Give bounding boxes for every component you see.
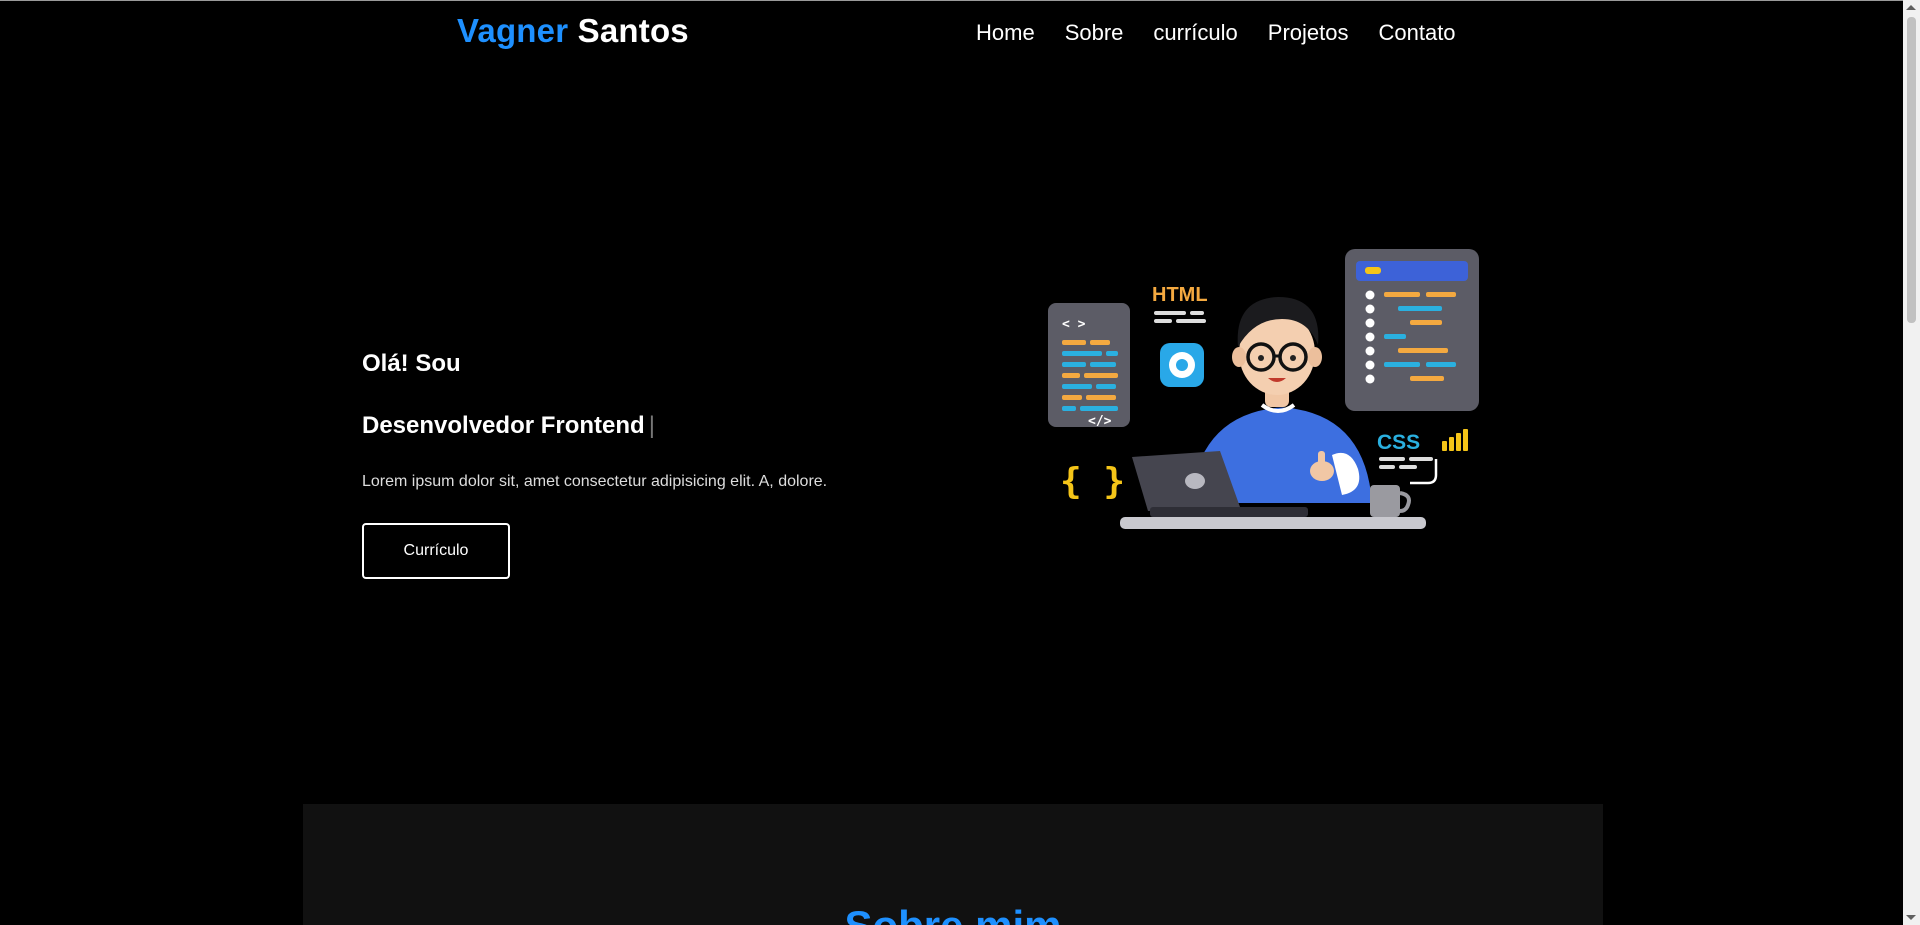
typing-cursor: | (648, 412, 655, 439)
coffee-mug-icon (1370, 485, 1411, 517)
hero-greeting: Olá! Sou (362, 350, 461, 377)
curriculo-button[interactable]: Currículo (362, 523, 510, 579)
scrollbar[interactable] (1903, 0, 1920, 925)
desk (1120, 517, 1426, 529)
css-label: CSS (1377, 431, 1420, 454)
code-close-tag: </> (1088, 414, 1112, 429)
logo[interactable]: Vagner Santos (457, 12, 689, 50)
nav-curriculo[interactable]: currículo (1153, 20, 1237, 46)
logo-last-name: Santos (577, 12, 689, 49)
hero-role-text: Desenvolvedor Frontend (362, 412, 645, 439)
code-open-tag: < > (1062, 317, 1086, 332)
main-nav: Home Sobre currículo Projetos Contato (976, 20, 1456, 46)
scroll-down-arrow-icon[interactable] (1906, 915, 1916, 920)
code-card-left: < > </> (1048, 303, 1130, 429)
hero-description: Lorem ipsum dolor sit, amet consectetur … (362, 473, 828, 490)
nav-projetos[interactable]: Projetos (1268, 20, 1349, 46)
about-section: Sobre mim (303, 804, 1603, 925)
gear-icon (1160, 343, 1204, 387)
nav-home[interactable]: Home (976, 20, 1035, 46)
nav-contato[interactable]: Contato (1378, 20, 1455, 46)
logo-first-name: Vagner (457, 12, 569, 49)
braces-icon: { } (1060, 461, 1125, 502)
code-card-right (1345, 249, 1479, 411)
scroll-up-arrow-icon[interactable] (1906, 5, 1916, 10)
html-label: HTML (1152, 284, 1208, 306)
hero-role: Desenvolvedor Frontend | (362, 412, 655, 440)
about-title: Sobre mim (303, 902, 1603, 925)
nav-sobre[interactable]: Sobre (1065, 20, 1124, 46)
developer-illustration: < > </> HTML {} CSS (1048, 249, 1479, 529)
signal-bars-icon (1442, 429, 1468, 451)
scroll-thumb[interactable] (1907, 17, 1916, 323)
top-border (0, 0, 1920, 1)
